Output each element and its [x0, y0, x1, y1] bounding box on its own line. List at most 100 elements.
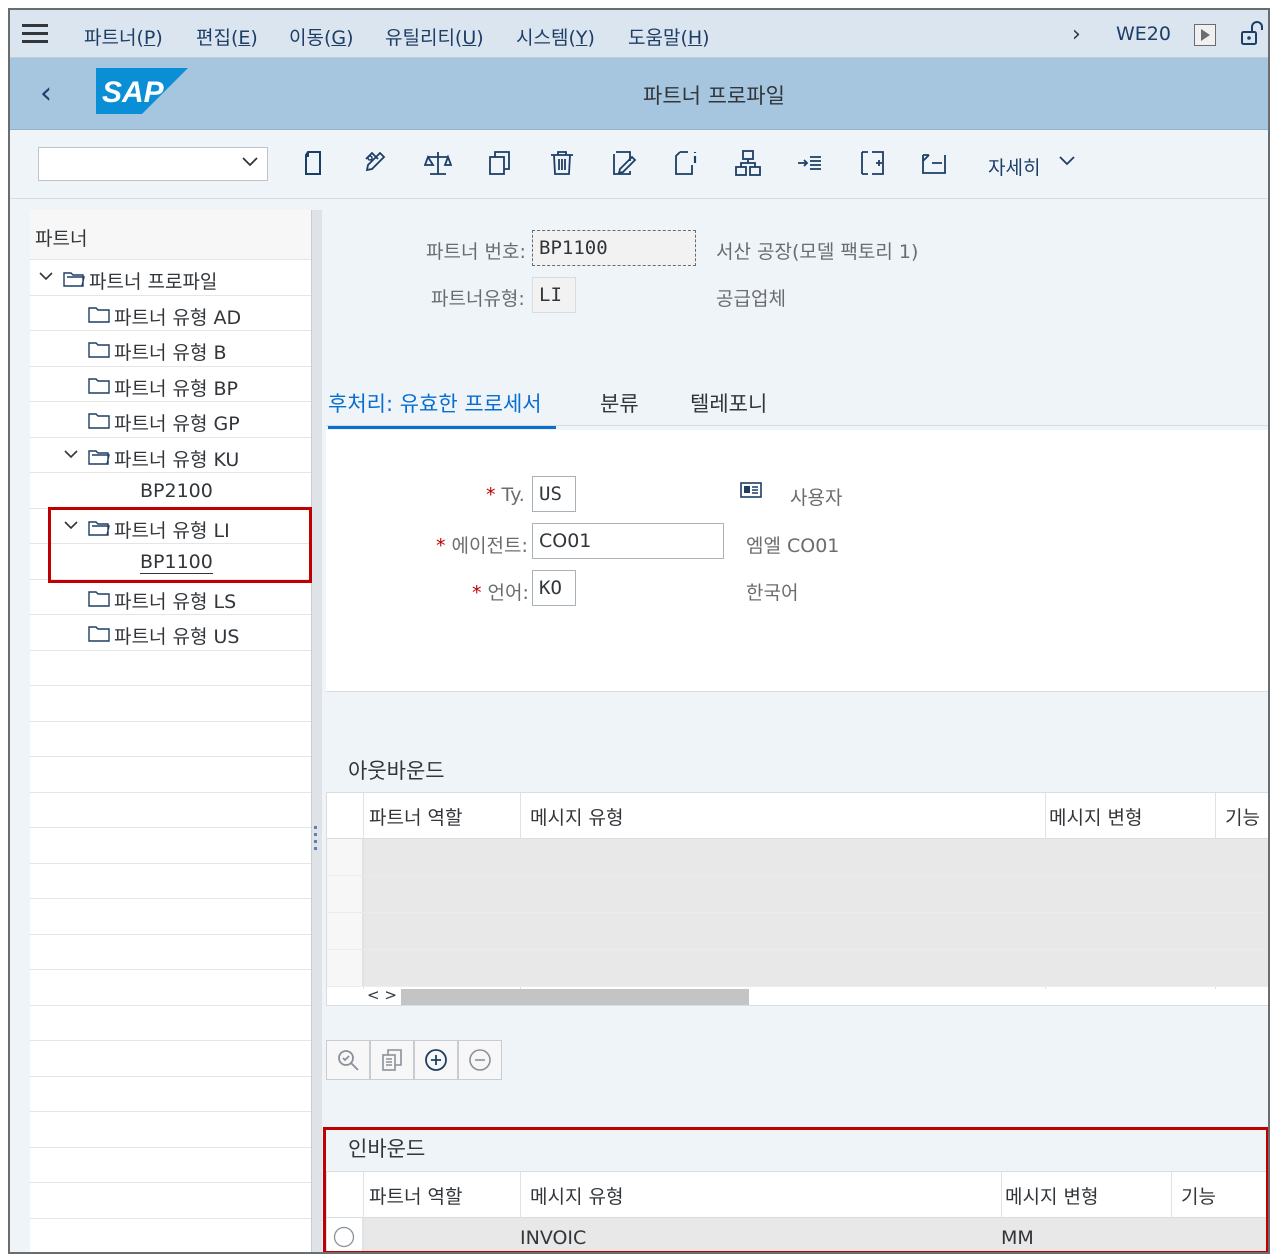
tab-strip: 후처리: 유효한 프로세서 분류 텔레포니 [326, 380, 1268, 429]
folder-icon [88, 342, 110, 358]
highlight-box [323, 1127, 1268, 1252]
change-icon[interactable] [610, 149, 638, 177]
remove-button[interactable] [458, 1040, 502, 1080]
language-field[interactable]: KO [532, 570, 576, 606]
table-row[interactable] [327, 839, 1268, 876]
tree-empty-row [30, 1219, 311, 1253]
agent-label: * 에이전트: [436, 535, 528, 557]
more-button[interactable]: 자세히 [988, 153, 1040, 180]
column-header[interactable]: 파트너 역할 [369, 803, 462, 830]
tree-node-type-b[interactable]: 파트너 유형 B [30, 331, 311, 367]
tree-empty-row [30, 970, 311, 1006]
scroll-thumb[interactable] [401, 989, 749, 1005]
language-label: * 언어: [472, 582, 529, 604]
menu-help[interactable]: 도움말(H) [628, 23, 710, 50]
edit-icon[interactable] [362, 149, 390, 177]
folder-icon [88, 626, 110, 642]
menu-utilities[interactable]: 유틸리티(U) [385, 23, 484, 50]
splitter[interactable] [312, 210, 322, 1252]
partner-number-desc: 서산 공장(모델 팩토리 1) [716, 241, 919, 263]
tree-label: 파트너 유형 AD [114, 306, 242, 329]
inbox-icon[interactable] [920, 149, 948, 177]
details-button[interactable] [326, 1040, 370, 1080]
compare-icon[interactable] [424, 149, 452, 177]
magnifier-icon [338, 1050, 359, 1071]
partner-type-field[interactable]: LI [532, 277, 576, 313]
column-header[interactable]: 메시지 유형 [530, 803, 623, 830]
folder-icon [88, 413, 110, 429]
chevron-down-icon[interactable] [38, 268, 54, 284]
tree-node-type-ls[interactable]: 파트너 유형 LS [30, 580, 311, 615]
tab-telephony[interactable]: 텔레포니 [690, 388, 767, 418]
tree-empty-row [30, 793, 311, 828]
folder-icon [88, 377, 110, 394]
tree-empty-row [30, 1041, 311, 1077]
menu-bar: 파트너(P) 편집(E) 이동(G) 유틸리티(U) 시스템(Y) 도움말(H)… [10, 10, 1268, 58]
menu-icon[interactable] [22, 24, 48, 44]
add-entry-icon[interactable] [858, 149, 886, 177]
tree-empty-row [30, 1077, 311, 1112]
outbound-table: 파트너 역할 메시지 유형 메시지 변형 기능 < > [326, 792, 1268, 1006]
highlight-box [48, 507, 312, 583]
chevron-right-icon[interactable]: › [1072, 22, 1081, 47]
tree-label: 파트너 유형 KU [114, 448, 240, 471]
tree-node-partner-profile[interactable]: 파트너 프로파일 [30, 260, 311, 296]
tree-empty-row [30, 686, 311, 722]
agent-desc: 엠엘 CO01 [746, 535, 840, 557]
command-dropdown[interactable] [38, 147, 268, 181]
table-row[interactable] [327, 950, 1268, 987]
scroll-arrows-icon[interactable]: < > [367, 986, 397, 1004]
table-row[interactable] [327, 913, 1268, 950]
ty-field[interactable]: US [532, 476, 576, 512]
menu-system[interactable]: 시스템(Y) [516, 23, 595, 50]
partner-number-field[interactable]: BP1100 [532, 230, 696, 266]
partner-type-desc: 공급업체 [716, 288, 786, 310]
tree-node-type-gp[interactable]: 파트너 유형 GP [30, 402, 311, 438]
tab-post-processing[interactable]: 후처리: 유효한 프로세서 [328, 388, 542, 418]
ty-label: * Ty. [486, 484, 525, 506]
splitter-handle-icon[interactable] [314, 826, 318, 850]
main-content: 파트너 번호: BP1100 서산 공장(모델 팩토리 1) 파트너유형: LI… [326, 210, 1268, 1252]
tree-empty-row [30, 935, 311, 970]
horizontal-scrollbar[interactable]: < > [327, 986, 1268, 1005]
chevron-down-icon[interactable] [1058, 151, 1076, 169]
column-header[interactable]: 기능 [1225, 803, 1260, 830]
menu-edit[interactable]: 편집(E) [196, 23, 258, 50]
hierarchy-icon[interactable] [734, 149, 762, 177]
tree-empty-row [30, 757, 311, 793]
tab-classification[interactable]: 분류 [600, 388, 639, 418]
unlock-icon[interactable] [1238, 20, 1266, 48]
forward-list-icon[interactable] [796, 149, 824, 177]
plus-circle-icon [425, 1049, 447, 1071]
chevron-down-icon[interactable] [63, 446, 79, 462]
tree-node-type-ku[interactable]: 파트너 유형 KU [30, 438, 311, 473]
tree-node-type-us[interactable]: 파트너 유형 US [30, 615, 311, 651]
tree-label: 파트너 유형 BP [114, 377, 238, 400]
tree-node-bp2100[interactable]: BP2100 [30, 473, 311, 509]
tab-active-indicator [328, 426, 556, 429]
tree-node-type-bp[interactable]: 파트너 유형 BP [30, 367, 311, 402]
table-row[interactable] [327, 876, 1268, 913]
partner-type-label: 파트너유형: [431, 288, 525, 310]
folder-icon [88, 590, 110, 607]
menu-goto[interactable]: 이동(G) [289, 23, 354, 50]
execute-icon[interactable] [1194, 24, 1216, 46]
tree-empty-row [30, 1183, 311, 1219]
folder-icon [88, 306, 110, 323]
tree-empty-row [30, 722, 311, 757]
column-header[interactable]: 메시지 변형 [1049, 803, 1142, 830]
add-button[interactable] [414, 1040, 458, 1080]
delete-icon[interactable] [548, 149, 576, 177]
new-icon[interactable] [300, 149, 328, 177]
info-icon[interactable] [672, 149, 700, 177]
tree-label: 파트너 유형 GP [114, 413, 240, 435]
menu-partner[interactable]: 파트너(P) [84, 23, 163, 50]
tree-label: BP2100 [140, 480, 213, 502]
copy-icon[interactable] [486, 149, 514, 177]
user-card-icon[interactable] [740, 482, 762, 498]
agent-field[interactable]: CO01 [532, 523, 724, 559]
copy-button[interactable] [370, 1040, 414, 1080]
minus-circle-icon [469, 1049, 491, 1071]
ty-desc: 사용자 [790, 487, 843, 509]
tree-node-type-ad[interactable]: 파트너 유형 AD [30, 296, 311, 331]
